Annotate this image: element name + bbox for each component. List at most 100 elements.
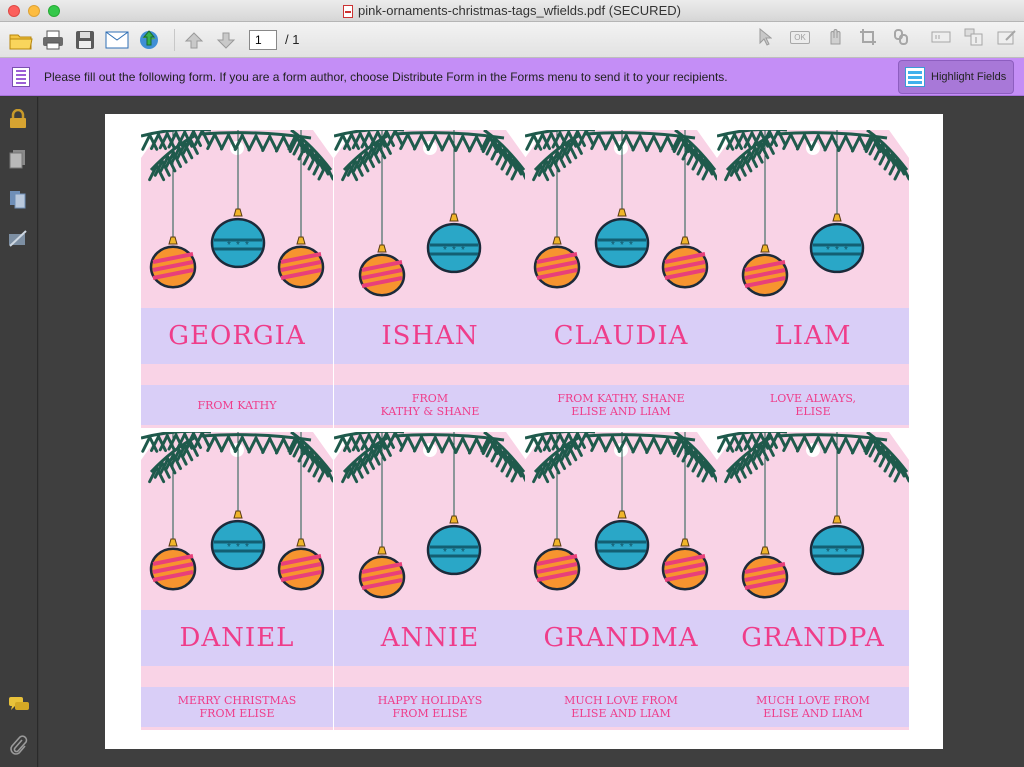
tag-name-text: GRANDPA <box>741 623 885 653</box>
highlight-fields-button[interactable]: Highlight Fields <box>898 60 1014 94</box>
tag-message-field[interactable]: HAPPY HOLIDAYS FROM ELISE <box>334 687 526 727</box>
envelope-icon <box>105 31 129 48</box>
ok-button[interactable]: OK <box>787 27 813 47</box>
window-title: pink-ornaments-christmas-tags_wfields.pd… <box>358 3 681 18</box>
tag-message-text: MUCH LOVE FROM ELISE AND LIAM <box>756 694 870 720</box>
svg-text:*: * <box>620 542 624 553</box>
svg-text:*: * <box>236 542 240 553</box>
close-window-button[interactable] <box>8 5 20 17</box>
attachments-panel-button[interactable] <box>8 735 28 755</box>
tag-message-text: MERRY CHRISTMAS FROM ELISE <box>177 694 297 720</box>
ornament-illustration: * * * <box>334 432 526 730</box>
svg-text:*: * <box>835 245 839 256</box>
email-button[interactable] <box>104 27 130 53</box>
link-icon <box>894 29 908 45</box>
signatures-panel-button[interactable] <box>8 229 28 249</box>
web-upload-button[interactable] <box>136 27 162 53</box>
print-button[interactable] <box>40 27 66 53</box>
signature-pen-icon <box>9 230 27 247</box>
tag-name-field[interactable]: GRANDPA <box>717 610 909 666</box>
document-area[interactable]: * * * GEORGIA FROM KATHY * * * ISHAN FROM KATH… <box>39 97 1024 767</box>
next-page-button[interactable] <box>213 27 239 53</box>
hand-tool-button[interactable] <box>824 27 846 47</box>
cursor-arrow-icon <box>759 28 772 46</box>
tag-name-field[interactable]: ISHAN <box>334 308 526 364</box>
tag-message-field[interactable]: FROM KATHY, SHANE ELISE AND LIAM <box>525 385 717 425</box>
page-number-input[interactable] <box>249 29 277 50</box>
gift-tag: * * * CLAUDIA FROM KATHY, SHANE ELISE AND L… <box>525 130 717 428</box>
crop-icon <box>860 29 876 45</box>
comments-panel-button[interactable] <box>8 695 29 715</box>
tag-message-field[interactable]: MUCH LOVE FROM ELISE AND LIAM <box>717 687 909 727</box>
crop-tool-button[interactable] <box>857 27 879 47</box>
svg-text:*: * <box>443 547 447 558</box>
svg-text:*: * <box>611 240 615 251</box>
svg-text:*: * <box>443 245 447 256</box>
tag-name-field[interactable]: CLAUDIA <box>525 308 717 364</box>
svg-text:*: * <box>245 542 249 553</box>
svg-text:*: * <box>461 245 465 256</box>
zoom-window-button[interactable] <box>48 5 60 17</box>
highlight-fields-label: Highlight Fields <box>931 71 1007 83</box>
tag-message-field[interactable]: LOVE ALWAYS, ELISE <box>717 385 909 425</box>
ornament-illustration: * * * <box>141 432 333 730</box>
tag-message-field[interactable]: FROM KATHY & SHANE <box>334 385 526 425</box>
svg-text:*: * <box>452 547 456 558</box>
highlight-fields-icon <box>905 67 925 87</box>
ornament-illustration: * * * <box>717 432 909 730</box>
pdf-page: * * * GEORGIA FROM KATHY * * * ISHAN FROM KATH… <box>105 114 943 749</box>
text-field-tool-button[interactable] <box>930 27 952 47</box>
svg-text:*: * <box>611 542 615 553</box>
tag-name-text: GRANDMA <box>543 623 699 653</box>
sign-tool-button[interactable] <box>996 27 1018 47</box>
tag-message-text: FROM KATHY <box>197 398 277 412</box>
signature-icon <box>997 30 1016 45</box>
page-view-button[interactable] <box>963 27 985 47</box>
pages-panel-button[interactable] <box>8 149 28 169</box>
svg-text:*: * <box>227 542 231 553</box>
save-button[interactable] <box>72 27 98 53</box>
tag-name-field[interactable]: DANIEL <box>141 610 333 666</box>
pdf-file-icon <box>343 4 354 18</box>
floppy-disk-icon <box>76 30 94 49</box>
ornament-illustration: * * * <box>525 432 717 730</box>
printer-icon <box>43 30 63 49</box>
tag-message-field[interactable]: FROM KATHY <box>141 385 333 425</box>
comments-icon <box>9 697 29 710</box>
tag-name-text: CLAUDIA <box>553 321 689 351</box>
svg-text:*: * <box>844 547 848 558</box>
svg-text:*: * <box>826 547 830 558</box>
security-lock-button[interactable] <box>8 108 28 129</box>
svg-text:*: * <box>461 547 465 558</box>
svg-text:*: * <box>245 240 249 251</box>
window-titlebar: pink-ornaments-christmas-tags_wfields.pd… <box>0 0 1024 22</box>
tag-name-field[interactable]: LIAM <box>717 308 909 364</box>
form-notification-bar: Please fill out the following form. If y… <box>0 58 1024 96</box>
toolbar-separator <box>174 28 175 51</box>
ornament-illustration: * * * <box>717 130 909 428</box>
link-tool-button[interactable] <box>890 27 912 47</box>
ornament-illustration: * * * <box>334 130 526 428</box>
bookmarks-icon <box>10 191 26 209</box>
gift-tag: * * * DANIEL MERRY CHRISTMAS FROM ELISE <box>141 432 333 730</box>
main-toolbar: / 1 OK <box>0 22 1024 58</box>
arrow-up-icon <box>184 31 204 48</box>
minimize-window-button[interactable] <box>28 5 40 17</box>
previous-page-button[interactable] <box>181 27 207 53</box>
arrow-down-icon <box>216 32 236 49</box>
tag-message-text: FROM KATHY & SHANE <box>380 392 480 418</box>
tag-name-field[interactable]: GRANDMA <box>525 610 717 666</box>
bookmarks-panel-button[interactable] <box>8 189 28 209</box>
ornament-illustration: * * * <box>525 130 717 428</box>
tag-name-field[interactable]: ANNIE <box>334 610 526 666</box>
ornament-illustration: * * * <box>141 130 333 428</box>
globe-arrow-icon <box>140 29 158 49</box>
tag-message-field[interactable]: MUCH LOVE FROM ELISE AND LIAM <box>525 687 717 727</box>
select-tool-button[interactable] <box>754 27 776 47</box>
gift-tag: * * * GEORGIA FROM KATHY <box>141 130 333 428</box>
tag-message-field[interactable]: MERRY CHRISTMAS FROM ELISE <box>141 687 333 727</box>
lock-icon <box>10 108 26 128</box>
gift-tag: * * * GRANDPA MUCH LOVE FROM ELISE AND LIAM <box>717 432 909 730</box>
open-folder-button[interactable] <box>8 27 34 53</box>
tag-name-field[interactable]: GEORGIA <box>141 308 333 364</box>
